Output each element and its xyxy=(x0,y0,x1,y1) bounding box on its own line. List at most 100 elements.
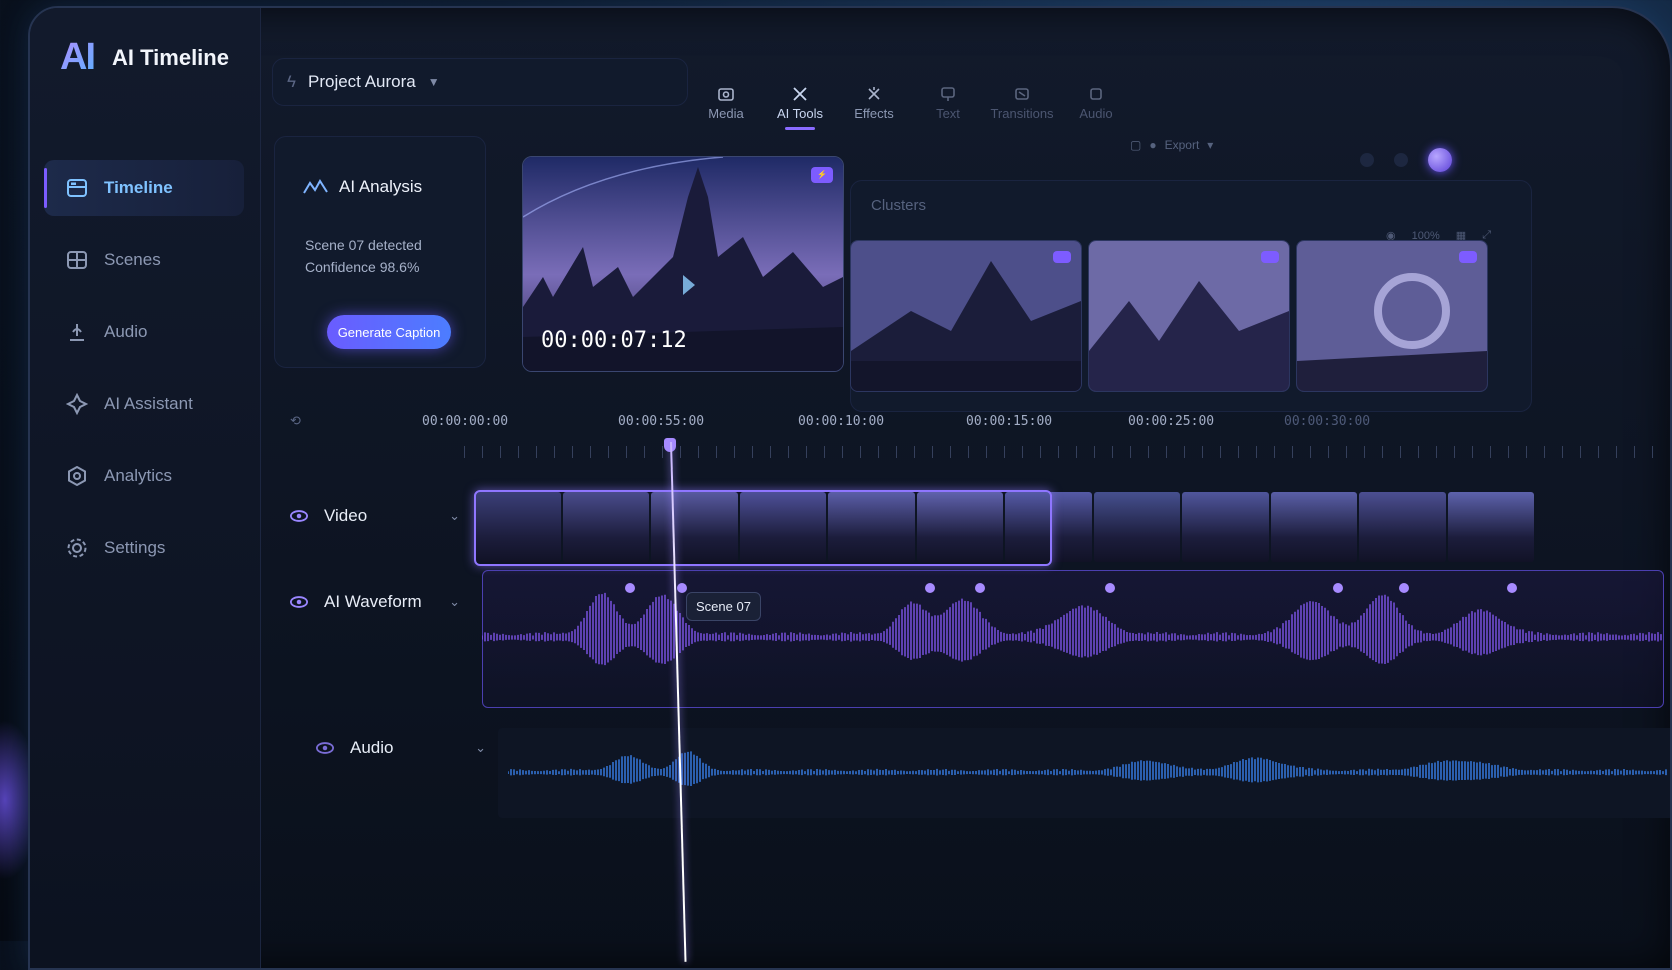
sidebar-item-settings[interactable]: Settings xyxy=(44,520,244,576)
track-label: Audio xyxy=(350,738,394,757)
analysis-title-text: AI Analysis xyxy=(339,177,423,196)
clip-badge xyxy=(1053,251,1071,263)
export-button[interactable]: ▢ ● Export ▾ xyxy=(1130,138,1213,152)
thumbnail[interactable] xyxy=(1296,240,1488,392)
app-window: AI AI Timeline Timeline Scenes Audio AI … xyxy=(28,6,1672,970)
tab-effects[interactable]: Effects xyxy=(848,86,900,130)
toolbar: Media AI Tools Effects Text Transitions … xyxy=(700,86,1122,130)
scene-marker[interactable] xyxy=(925,583,935,593)
tab-label: Transitions xyxy=(990,106,1054,121)
clip-badge xyxy=(1459,251,1477,263)
help-icon[interactable] xyxy=(1394,153,1408,167)
sidebar-item-label: AI Assistant xyxy=(104,394,193,413)
tab-label: Audio xyxy=(1079,106,1113,121)
video-frame xyxy=(1359,492,1446,562)
ruler-label: 00:00:30:00 xyxy=(1284,414,1371,429)
scene-marker[interactable] xyxy=(1399,583,1409,593)
clusters-label: Clusters xyxy=(871,197,927,214)
notification-icon[interactable] xyxy=(1360,153,1374,167)
video-frame xyxy=(1093,492,1180,562)
sidebar-item-scenes[interactable]: Scenes xyxy=(44,232,244,288)
brand: AI AI Timeline xyxy=(60,36,229,79)
eye-icon[interactable] xyxy=(290,507,308,525)
scene-marker[interactable] xyxy=(1507,583,1517,593)
gear-icon xyxy=(66,537,88,559)
sidebar-item-label: Settings xyxy=(104,538,166,557)
confidence-text: Confidence 98.6% xyxy=(305,259,420,275)
dot-icon: ● xyxy=(1149,138,1157,152)
generate-caption-button[interactable]: Generate Caption xyxy=(327,315,451,349)
video-frame xyxy=(1182,492,1269,562)
ruler-ticks xyxy=(464,446,1664,458)
thumbnail[interactable] xyxy=(850,240,1082,392)
thumbnail[interactable] xyxy=(1088,240,1290,392)
tab-audio[interactable]: Audio xyxy=(1070,86,1122,130)
ai-assistant-icon xyxy=(66,393,88,415)
analytics-icon xyxy=(66,465,88,487)
loop-icon[interactable]: ⟲ xyxy=(290,414,301,429)
chevron-down-icon: ▾ xyxy=(1207,138,1214,152)
preview-timecode: 00:00:07:12 xyxy=(541,328,687,353)
tab-media[interactable]: Media xyxy=(700,86,752,130)
bolt-icon: ϟ xyxy=(287,72,296,91)
video-frame xyxy=(1447,492,1534,562)
scene-marker[interactable] xyxy=(1333,583,1343,593)
tab-ai-tools[interactable]: AI Tools xyxy=(774,86,826,130)
app-logo: AI xyxy=(60,36,96,78)
scene-marker[interactable] xyxy=(625,583,635,593)
track-header-ai-waveform[interactable]: AI Waveform ⌄ xyxy=(290,592,460,612)
clip-badge: ⚡ xyxy=(811,167,833,183)
top-right-controls xyxy=(1360,148,1452,172)
audio-icon xyxy=(1090,88,1102,100)
scenes-icon xyxy=(66,249,88,271)
sidebar-item-label: Analytics xyxy=(104,466,173,485)
sidebar: AI AI Timeline Timeline Scenes Audio AI … xyxy=(30,8,261,968)
tab-label: Media xyxy=(708,106,744,121)
sidebar-item-analytics[interactable]: Analytics xyxy=(44,448,244,504)
effects-icon xyxy=(868,87,880,100)
chevron-down-icon[interactable]: ⌄ xyxy=(449,594,460,610)
eye-icon[interactable] xyxy=(316,739,334,757)
selected-clip[interactable] xyxy=(474,490,1052,566)
export-label: Export xyxy=(1164,138,1200,152)
sidebar-item-audio[interactable]: Audio xyxy=(44,304,244,360)
track-header-audio[interactable]: Audio ⌄ xyxy=(316,738,486,758)
avatar[interactable] xyxy=(1428,148,1452,172)
tab-transitions[interactable]: Transitions xyxy=(990,86,1054,130)
scene-marker[interactable] xyxy=(975,583,985,593)
ai-analysis-title: AI Analysis xyxy=(303,177,422,197)
app-name: AI Timeline xyxy=(112,44,229,70)
ai-waveform xyxy=(482,583,1662,666)
track-header-video[interactable]: Video ⌄ xyxy=(290,506,460,526)
scene-tag: Scene 07 xyxy=(686,592,761,621)
sidebar-item-ai-assistant[interactable]: AI Assistant xyxy=(44,376,244,432)
transitions-icon xyxy=(1015,88,1029,100)
timeline-icon xyxy=(66,177,88,199)
video-frame xyxy=(1270,492,1357,562)
media-icon xyxy=(718,88,734,101)
project-selector[interactable]: ϟ Project Aurora ▼ xyxy=(272,58,688,106)
eye-icon[interactable] xyxy=(290,593,308,611)
tab-text[interactable]: Text xyxy=(922,86,974,130)
sidebar-item-timeline[interactable]: Timeline xyxy=(44,160,244,216)
scene-marker[interactable] xyxy=(1105,583,1115,593)
clip-badge xyxy=(1261,251,1279,263)
scene-marker[interactable] xyxy=(677,583,687,593)
ruler-label: 00:00:55:00 xyxy=(618,414,705,429)
timeline-ruler[interactable]: ⟲ 00:00:00:00 00:00:55:00 00:00:10:00 00… xyxy=(274,396,1670,458)
ai-analysis-card: AI Analysis Scene 07 detected Confidence… xyxy=(274,136,486,368)
lock-icon: ▢ xyxy=(1130,138,1142,152)
sidebar-item-label: Timeline xyxy=(104,178,173,197)
scene-detected-text: Scene 07 detected xyxy=(305,237,422,253)
chevron-down-icon[interactable]: ⌄ xyxy=(475,740,486,756)
video-preview[interactable]: ⚡ 00:00:07:12 xyxy=(522,156,844,372)
track-label: AI Waveform xyxy=(324,592,422,611)
chevron-down-icon[interactable]: ⌄ xyxy=(449,508,460,524)
tab-label: Text xyxy=(936,106,960,121)
ruler-label: 00:00:15:00 xyxy=(966,414,1053,429)
tab-label: Effects xyxy=(854,106,894,121)
track-label: Video xyxy=(324,506,368,525)
ai-tools-icon xyxy=(793,87,807,101)
ruler-label: 00:00:25:00 xyxy=(1128,414,1215,429)
ruler-label: 00:00:00:00 xyxy=(422,414,509,429)
